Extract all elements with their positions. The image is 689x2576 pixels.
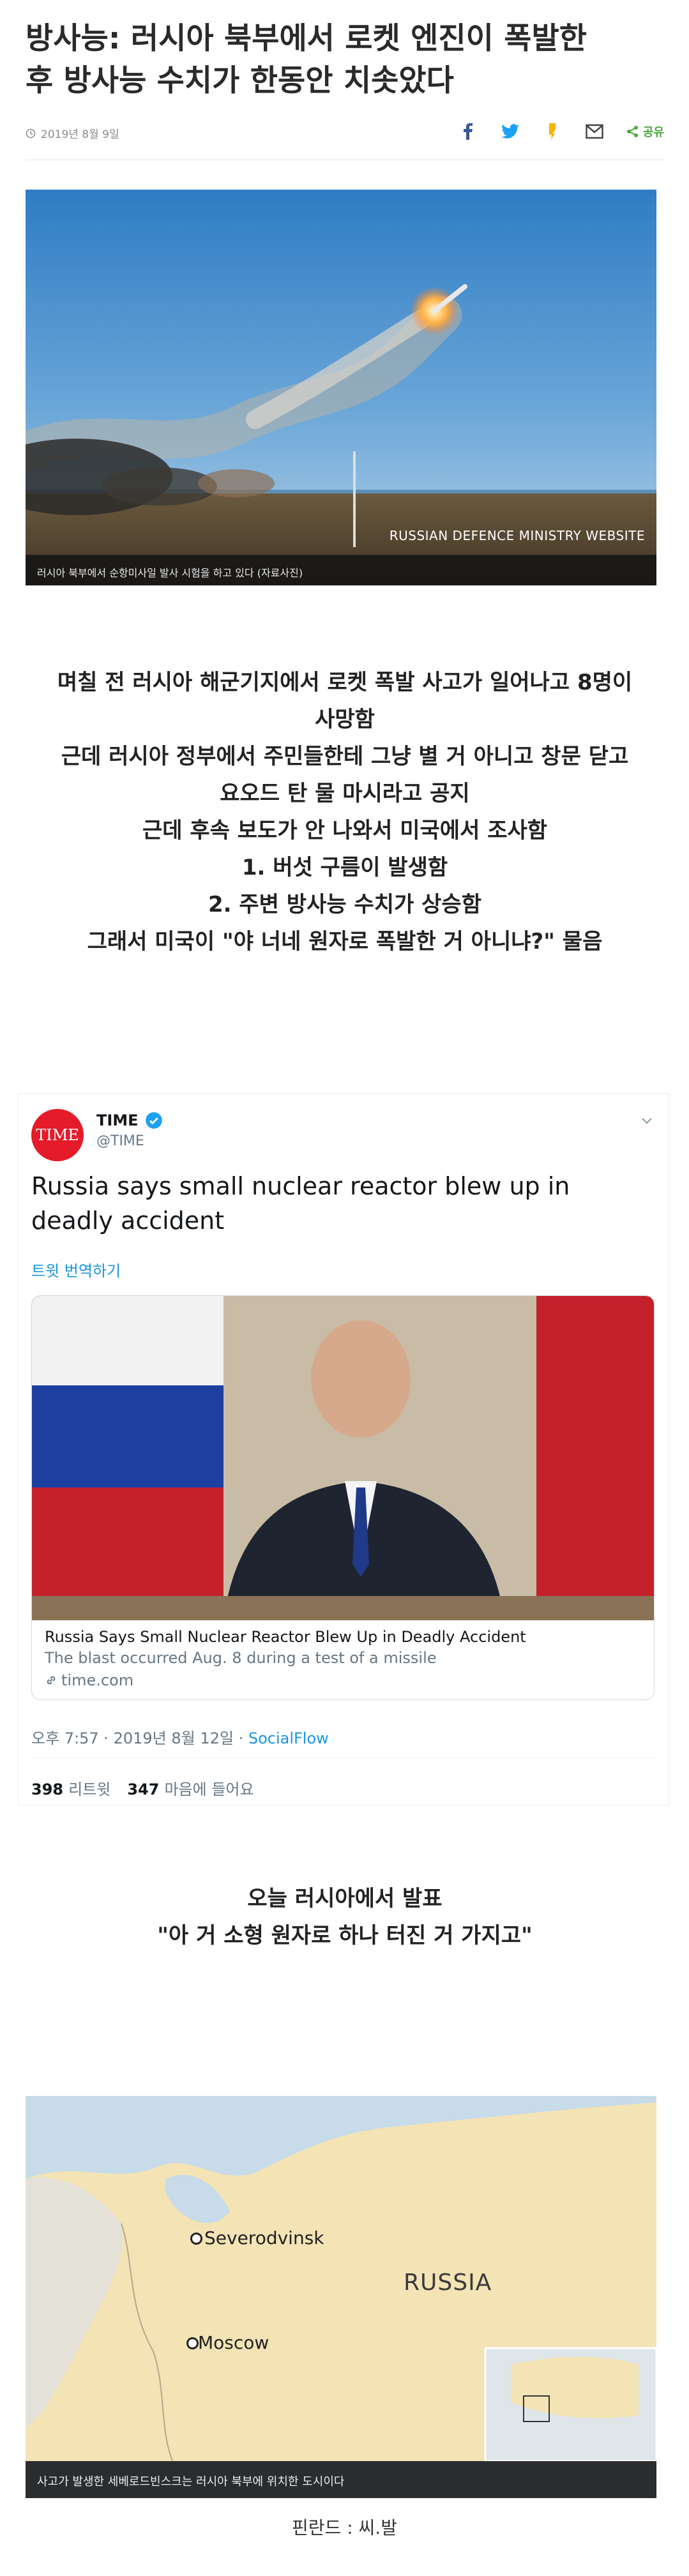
photo-credit: RUSSIAN DEFENCE MINISTRY WEBSITE <box>389 528 645 543</box>
card-description: The blast occurred Aug. 8 during a test … <box>45 1649 437 1667</box>
body-paragraph: 오늘 러시아에서 발표 "아 거 소형 원자로 하나 터진 거 가지고" <box>26 1880 664 1954</box>
share-bar: 공유 <box>458 121 664 142</box>
tweet-author-name[interactable]: TIME <box>96 1111 139 1129</box>
map-label-severodvinsk: Severodvinsk <box>204 2227 324 2248</box>
facebook-icon[interactable] <box>458 121 478 142</box>
share-icon <box>626 126 638 137</box>
twitter-icon[interactable] <box>500 121 520 142</box>
map-image: Severodvinsk Moscow RUSSIA 사고가 발생한 세베로드빈… <box>26 2096 656 2498</box>
rocket-launch-image <box>26 190 656 585</box>
clock-icon <box>26 128 36 138</box>
body-line: 근데 러시아 정부에서 주민들한테 그냥 별 거 아니고 창문 닫고 <box>61 744 629 769</box>
card-domain-text: time.com <box>61 1671 134 1689</box>
article-meta-row: 2019년 8월 9일 공유 <box>26 121 664 147</box>
link-preview-card[interactable]: Russia Says Small Nuclear Reactor Blew U… <box>31 1295 655 1700</box>
city-marker <box>186 2337 199 2349</box>
link-icon <box>47 1676 56 1685</box>
headline-line: 후 방사능 수치가 한동안 치솟았다 <box>26 63 454 98</box>
card-title: Russia Says Small Nuclear Reactor Blew U… <box>45 1628 526 1646</box>
photo-caption-bar: 러시아 북부에서 순항미사일 발사 시험을 하고 있다 (자료사진) <box>26 555 656 585</box>
body-line: 요오드 탄 물 마시라고 공지 <box>220 781 470 806</box>
body-line: 오늘 러시아에서 발표 <box>247 1886 443 1911</box>
map-graphic <box>26 2096 656 2498</box>
article-date: 2019년 8월 9일 <box>26 125 119 141</box>
body-line: 그래서 미국이 "야 너네 원자로 폭발한 거 아니냐?" 물음 <box>87 929 603 954</box>
like-stat[interactable]: 347 마음에 들어요 <box>127 1777 254 1799</box>
email-icon[interactable] <box>584 121 605 142</box>
photo-caption: 러시아 북부에서 순항미사일 발사 시험을 하고 있다 (자료사진) <box>37 567 303 579</box>
body-line: 근데 후속 보도가 안 나와서 미국에서 조사함 <box>142 818 548 843</box>
verified-badge-icon <box>146 1112 162 1129</box>
tweet-author-handle[interactable]: @TIME <box>96 1133 144 1149</box>
footer-note: 핀란드 : 씨.발 <box>292 2517 397 2538</box>
map-label-russia: RUSSIA <box>404 2270 492 2296</box>
avatar-text: TIME <box>36 1126 79 1144</box>
map-caption: 사고가 발생한 세베로드빈스크는 러시아 북부에 위치한 도시이다 <box>37 2475 345 2489</box>
city-marker <box>190 2233 202 2245</box>
body-line: 며칠 전 러시아 해군기지에서 로켓 폭발 사고가 일어나고 8명이 <box>57 670 633 695</box>
share-label: 공유 <box>642 126 664 139</box>
like-count: 347 <box>127 1781 160 1798</box>
rocket-launch-photo: RUSSIAN DEFENCE MINISTRY WEBSITE 러시아 북부에… <box>26 190 656 585</box>
body-paragraph: 며칠 전 러시아 해군기지에서 로켓 폭발 사고가 일어나고 8명이 사망함 근… <box>26 664 664 960</box>
retweet-label: 리트윗 <box>68 1781 111 1798</box>
body-line: "아 거 소형 원자로 하나 터진 거 가지고" <box>157 1923 533 1948</box>
body-line: 2. 주변 방사능 수치가 상승함 <box>208 892 481 917</box>
tweet-text: Russia says small nuclear reactor blew u… <box>31 1172 570 1235</box>
body-line: 사망함 <box>315 707 375 732</box>
card-domain: time.com <box>45 1671 133 1689</box>
embedded-tweet: TIME TIME @TIME Russia says small nuclea… <box>18 1093 669 1805</box>
tweet-time-text[interactable]: 오후 7:57 · 2019년 8월 12일 · <box>31 1729 248 1747</box>
tweet-timestamp: 오후 7:57 · 2019년 8월 12일 · SocialFlow <box>31 1726 329 1748</box>
body-line: 1. 버섯 구름이 발생함 <box>241 855 448 880</box>
retweet-stat[interactable]: 398 리트윗 <box>31 1777 110 1799</box>
map-caption-bar: 사고가 발생한 세베로드빈스크는 러시아 북부에 위치한 도시이다 <box>26 2461 656 2498</box>
share-button[interactable]: 공유 <box>626 121 664 142</box>
avatar[interactable]: TIME <box>31 1109 84 1161</box>
article-headline: 방사능: 러시아 북부에서 로켓 엔진이 폭발한 후 방사능 수치가 한동안 치… <box>26 18 664 102</box>
tweet-stats: 398 리트윗 347 마음에 들어요 <box>31 1777 254 1799</box>
date-text: 2019년 8월 9일 <box>41 128 119 141</box>
like-label: 마음에 들어요 <box>164 1781 254 1798</box>
tweet-source-link[interactable]: SocialFlow <box>248 1729 329 1747</box>
kakao-story-icon[interactable] <box>542 121 563 142</box>
card-image <box>32 1296 654 1620</box>
translate-tweet-link[interactable]: 트윗 번역하기 <box>31 1258 121 1281</box>
retweet-count: 398 <box>31 1781 64 1798</box>
chevron-down-icon[interactable] <box>639 1113 655 1128</box>
map-label-moscow: Moscow <box>198 2332 269 2353</box>
headline-line: 방사능: 러시아 북부에서 로켓 엔진이 폭발한 <box>26 21 587 56</box>
